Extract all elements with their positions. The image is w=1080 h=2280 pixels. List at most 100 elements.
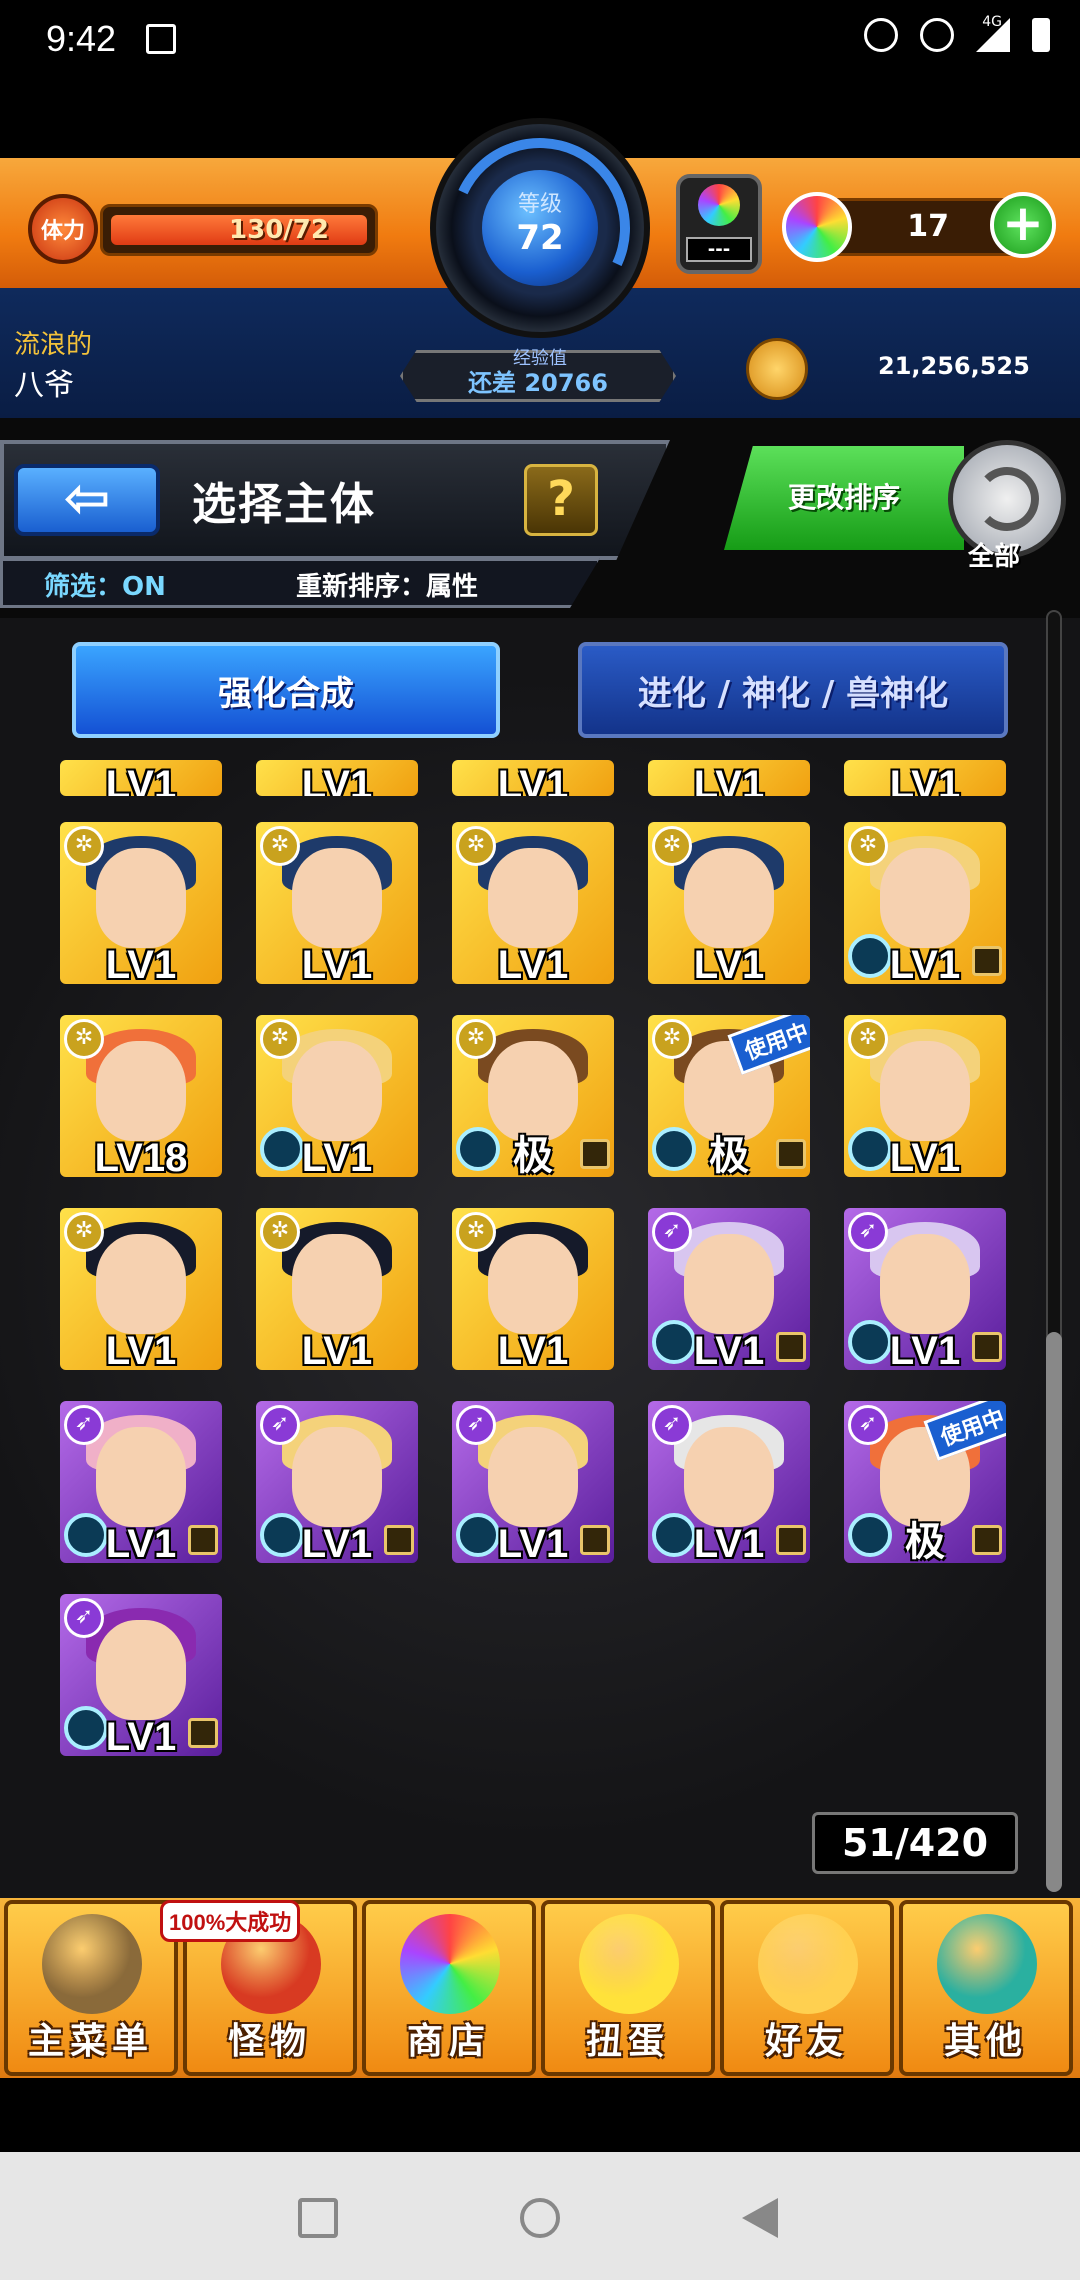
nav-label: 扭蛋 — [585, 2021, 670, 2062]
scroll-thumb[interactable] — [1046, 1332, 1062, 1892]
stamina-icon: 体力 — [28, 194, 98, 264]
bottom-spacer — [0, 2078, 1080, 2152]
monster-card[interactable]: ✲ LV18 — [60, 1015, 222, 1177]
nav-egg[interactable]: 扭蛋 — [541, 1900, 715, 2076]
system-nav-bar — [0, 2152, 1080, 2280]
dark-element-icon: ➶ — [260, 1405, 300, 1445]
level-core: 等级 72 — [482, 170, 598, 286]
nav-label: 好友 — [764, 2021, 849, 2062]
monster-card[interactable]: ✲ 使用中极 — [648, 1015, 810, 1177]
monster-face — [96, 1234, 186, 1334]
monster-card[interactable]: ✲ LV1 — [60, 822, 222, 984]
monster-face — [488, 1427, 578, 1527]
balloons-icon — [758, 1914, 858, 2014]
monster-level: LV1 — [105, 943, 177, 984]
monster-cell-partial[interactable]: LV1 — [844, 760, 1006, 796]
monster-card[interactable]: ➶ LV1 — [60, 1594, 222, 1756]
monster-level: LV1 — [301, 943, 373, 984]
monster-card[interactable]: ✲ LV1 — [844, 1015, 1006, 1177]
monster-card[interactable]: ✲ LV1 — [60, 1208, 222, 1370]
monster-card[interactable]: ✲ 极 — [452, 1015, 614, 1177]
dark-element-icon: ➶ — [652, 1405, 692, 1445]
monster-card[interactable]: ➶ LV1 — [256, 1401, 418, 1563]
monster-card[interactable]: ➶ LV1 — [452, 1401, 614, 1563]
tab-enhance-fusion[interactable]: 强化合成 — [72, 642, 500, 738]
player-name: 八爷 — [14, 368, 74, 403]
resort-option[interactable]: 重新排序：属性 — [296, 566, 478, 603]
recents-button[interactable] — [298, 2198, 338, 2238]
monster-card[interactable]: ➶ LV1 — [844, 1208, 1006, 1370]
monster-card[interactable]: ✲ LV1 — [452, 822, 614, 984]
monster-face — [488, 1234, 578, 1334]
orb-icon — [782, 192, 852, 262]
egg-icon — [579, 1914, 679, 2014]
monster-face — [96, 1041, 186, 1141]
monster-level: 极 — [709, 1134, 749, 1177]
monster-face — [880, 848, 970, 948]
monster-card[interactable]: ✲ LV1 — [256, 1015, 418, 1177]
scrollbar[interactable] — [1046, 610, 1062, 1892]
success-badge: 100%大成功 — [160, 1900, 301, 1942]
level-value: 72 — [516, 218, 564, 258]
stamina-bar: 130/72 — [100, 204, 378, 256]
nav-question[interactable]: 其他 — [899, 1900, 1073, 2076]
monster-level: LV1 — [105, 1715, 177, 1756]
monster-level: LV1 — [693, 763, 765, 796]
monster-cell-partial[interactable]: LV1 — [256, 760, 418, 796]
nav-gate[interactable]: 主菜单 — [4, 1900, 178, 2076]
status-bar: 9:42 4G — [0, 0, 1080, 80]
monster-face — [292, 1041, 382, 1141]
monster-level: LV1 — [105, 1522, 177, 1563]
nav-orb[interactable]: 商店 — [362, 1900, 536, 2076]
light-element-icon: ✲ — [260, 1019, 300, 1059]
monster-card[interactable]: ✲ LV1 — [452, 1208, 614, 1370]
monster-level: 极 — [513, 1134, 553, 1177]
monster-card[interactable]: ✲ LV1 — [256, 822, 418, 984]
monster-cell-partial[interactable]: LV1 — [60, 760, 222, 796]
dark-element-icon: ➶ — [848, 1212, 888, 1252]
filter-toggle[interactable]: 筛选：ON — [44, 566, 166, 603]
add-orbs-button[interactable]: + — [990, 192, 1056, 258]
monster-card[interactable]: ➶ LV1 — [60, 1401, 222, 1563]
monster-level: LV1 — [497, 763, 569, 796]
tab-evolution[interactable]: 进化 / 神化 / 兽神化 — [578, 642, 1008, 738]
orb-ticket-button[interactable]: --- — [676, 174, 762, 274]
home-button[interactable] — [520, 2198, 560, 2238]
monster-level: LV1 — [301, 1522, 373, 1563]
back-button[interactable]: ⇦ — [14, 464, 160, 536]
rainbow-orb-icon — [698, 184, 740, 226]
monster-card[interactable]: ✲ LV1 — [648, 822, 810, 984]
monster-face — [488, 848, 578, 948]
light-element-icon: ✲ — [64, 1019, 104, 1059]
back-nav-button[interactable] — [742, 2198, 778, 2238]
refresh-icon — [975, 467, 1039, 531]
monster-level: LV1 — [693, 943, 765, 984]
monster-face — [96, 1620, 186, 1720]
monster-face — [684, 848, 774, 948]
monster-level: LV1 — [301, 1329, 373, 1370]
help-button[interactable]: ? — [524, 464, 598, 536]
nav-balloons[interactable]: 好友 — [720, 1900, 894, 2076]
light-element-icon: ✲ — [848, 1019, 888, 1059]
monster-card[interactable]: ✲ LV1 — [256, 1208, 418, 1370]
monster-card[interactable]: ➶ LV1 — [648, 1401, 810, 1563]
monster-cell-partial[interactable]: LV1 — [452, 760, 614, 796]
light-element-icon: ✲ — [456, 1019, 496, 1059]
dark-element-icon: ➶ — [456, 1405, 496, 1445]
gold-amount: 21,256,525 — [878, 352, 1030, 380]
monster-face — [96, 848, 186, 948]
change-sort-button[interactable]: 更改排序 — [724, 446, 964, 550]
monster-cell-partial[interactable]: LV1 — [648, 760, 810, 796]
question-icon — [937, 1914, 1037, 2014]
light-element-icon: ✲ — [652, 826, 692, 866]
light-element-icon: ✲ — [64, 1212, 104, 1252]
monster-card[interactable]: ✲ LV1 — [844, 822, 1006, 984]
monster-card[interactable]: ➶ 使用中极 — [844, 1401, 1006, 1563]
monster-face — [684, 1427, 774, 1527]
monster-face — [292, 1427, 382, 1527]
light-element-icon: ✲ — [848, 826, 888, 866]
exp-label: 经验值 — [513, 348, 567, 369]
all-label: 全部 — [968, 542, 1021, 572]
monster-card[interactable]: ➶ LV1 — [648, 1208, 810, 1370]
dark-element-icon: ➶ — [64, 1598, 104, 1638]
